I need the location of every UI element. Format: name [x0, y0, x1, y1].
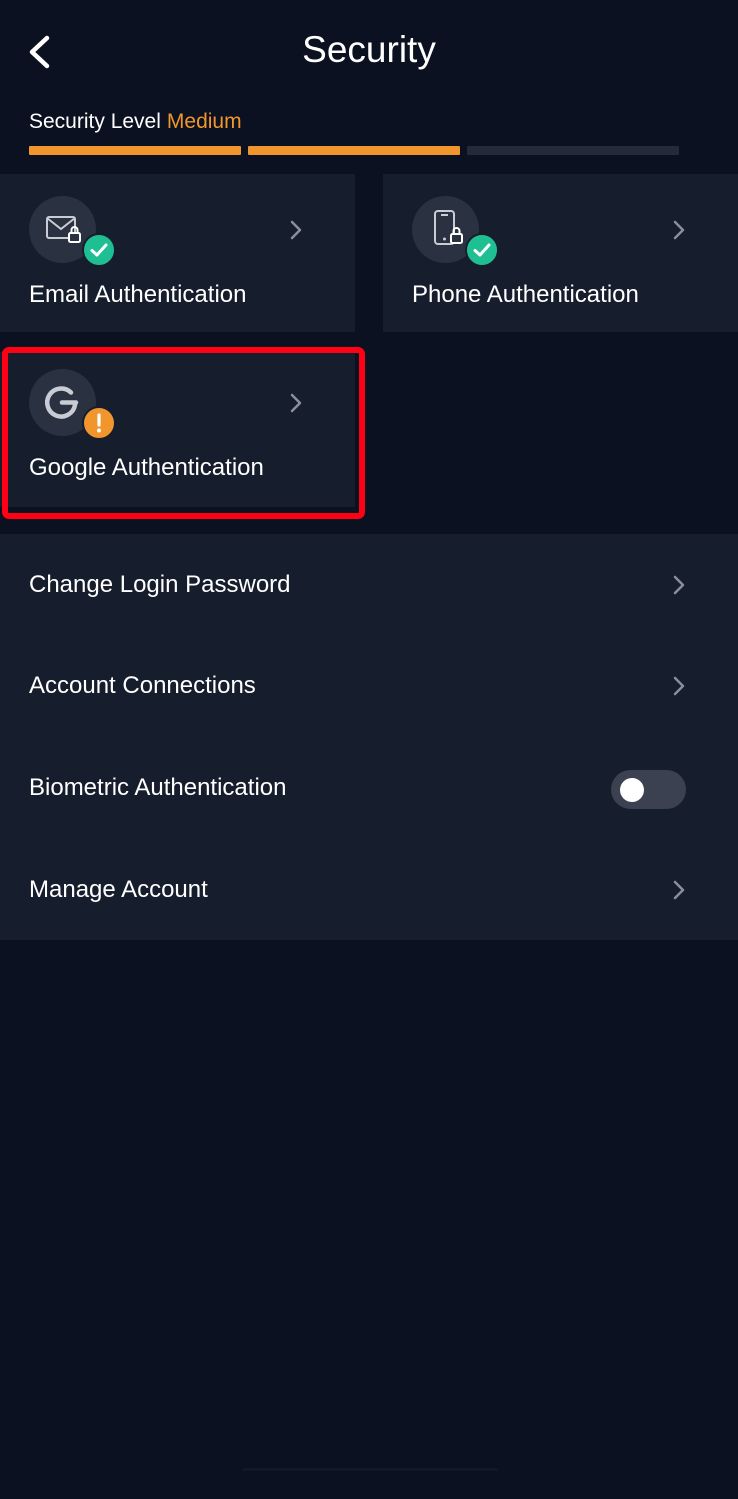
security-level-meter: [29, 146, 687, 155]
home-indicator: [242, 1468, 498, 1471]
change-login-password-row[interactable]: Change Login Password: [0, 534, 738, 636]
biometric-authentication-row: Biometric Authentication: [0, 737, 738, 839]
header: Security: [0, 0, 738, 100]
security-level-label: Security Level: [29, 110, 161, 133]
list-item-label: Change Login Password: [29, 571, 291, 598]
security-level-segment-3: [467, 146, 679, 155]
verified-check-icon: [82, 233, 116, 267]
email-authentication-card[interactable]: Email Authentication: [0, 174, 355, 332]
security-level-value: Medium: [166, 110, 242, 133]
security-level: Security Level Medium: [29, 108, 242, 136]
phone-authentication-card[interactable]: Phone Authentication: [383, 174, 738, 332]
chevron-right-icon: [290, 220, 302, 240]
verified-check-icon: [465, 233, 499, 267]
email-authentication-title: Email Authentication: [29, 281, 247, 308]
security-level-segment-2: [248, 146, 460, 155]
page-title: Security: [302, 29, 436, 70]
phone-authentication-title: Phone Authentication: [412, 281, 639, 308]
chevron-right-icon: [673, 880, 685, 900]
chevron-right-icon: [673, 220, 685, 240]
settings-list: Change Login Password Account Connection…: [0, 534, 738, 940]
security-level-segment-1: [29, 146, 241, 155]
chevron-right-icon: [673, 676, 685, 696]
google-authentication-card[interactable]: Google Authentication: [0, 352, 355, 507]
google-authentication-title: Google Authentication: [29, 454, 264, 481]
chevron-right-icon: [290, 393, 302, 413]
chevron-right-icon: [673, 575, 685, 595]
list-item-label: Account Connections: [29, 672, 256, 699]
list-item-label: Manage Account: [29, 876, 208, 903]
biometric-authentication-toggle[interactable]: [611, 770, 686, 809]
manage-account-row[interactable]: Manage Account: [0, 839, 738, 941]
warning-exclamation-icon: [82, 406, 116, 440]
list-item-label: Biometric Authentication: [29, 774, 287, 801]
account-connections-row[interactable]: Account Connections: [0, 635, 738, 737]
toggle-knob: [620, 778, 644, 802]
